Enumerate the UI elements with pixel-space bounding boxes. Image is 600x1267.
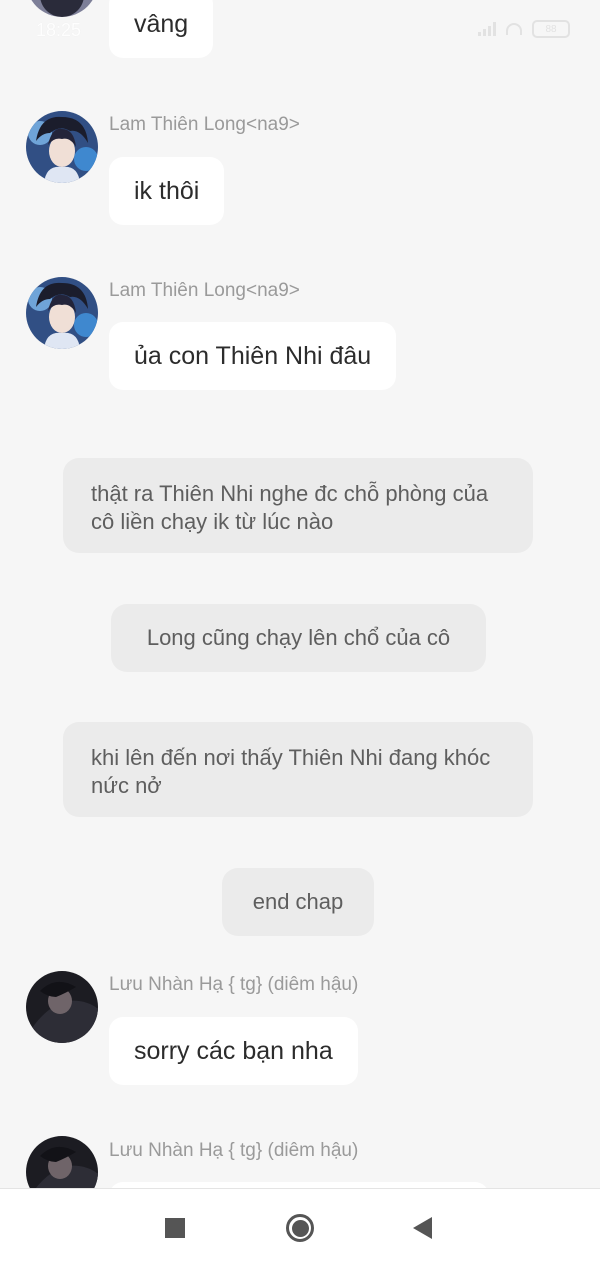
sender-name: Lưu Nhàn Hạ { tg} (diêm hậu) (109, 974, 359, 995)
status-bar: 18:25 88 (0, 0, 600, 60)
narration-box[interactable]: thật ra Thiên Nhi nghe đc chỗ phòng của … (63, 458, 533, 553)
narration-box[interactable]: end chap (222, 868, 374, 936)
recent-apps-button[interactable] (158, 1211, 192, 1245)
status-icons: 88 (478, 20, 570, 38)
triangle-back-icon (412, 1217, 432, 1239)
message-bubble[interactable]: ik thôi (109, 157, 225, 225)
navigation-bar (0, 1188, 600, 1267)
narration-box[interactable]: khi lên đến nơi thấy Thiên Nhi đang khóc… (63, 722, 533, 817)
battery-level: 88 (545, 23, 557, 35)
message-bubble[interactable]: vâng (109, 0, 214, 58)
battery-icon: 88 (532, 20, 570, 38)
message-bubble[interactable]: ủa con Thiên Nhi đâu (109, 322, 397, 390)
signal-icon (478, 22, 496, 36)
wifi-icon (506, 23, 522, 35)
sender-name: Lam Thiên Long<na9> (109, 280, 300, 301)
sender-name: Lam Thiên Long<na9> (109, 114, 300, 135)
avatar[interactable] (26, 277, 98, 349)
square-icon (165, 1218, 185, 1238)
back-button[interactable] (405, 1211, 439, 1245)
circle-icon (286, 1214, 314, 1242)
status-time: 18:25 (36, 20, 82, 40)
narration-box[interactable]: Long cũng chạy lên chổ của cô (111, 604, 486, 672)
message-bubble[interactable]: sorry các bạn nha (109, 1017, 358, 1085)
chat-screen: 18:25 88 vâng Lam Thiên Long<na9> ik thô… (0, 0, 600, 1267)
avatar[interactable] (26, 0, 98, 17)
avatar[interactable] (26, 971, 98, 1043)
avatar[interactable] (26, 111, 98, 183)
home-button[interactable] (283, 1211, 317, 1245)
sender-name: Lưu Nhàn Hạ { tg} (diêm hậu) (109, 1140, 359, 1161)
